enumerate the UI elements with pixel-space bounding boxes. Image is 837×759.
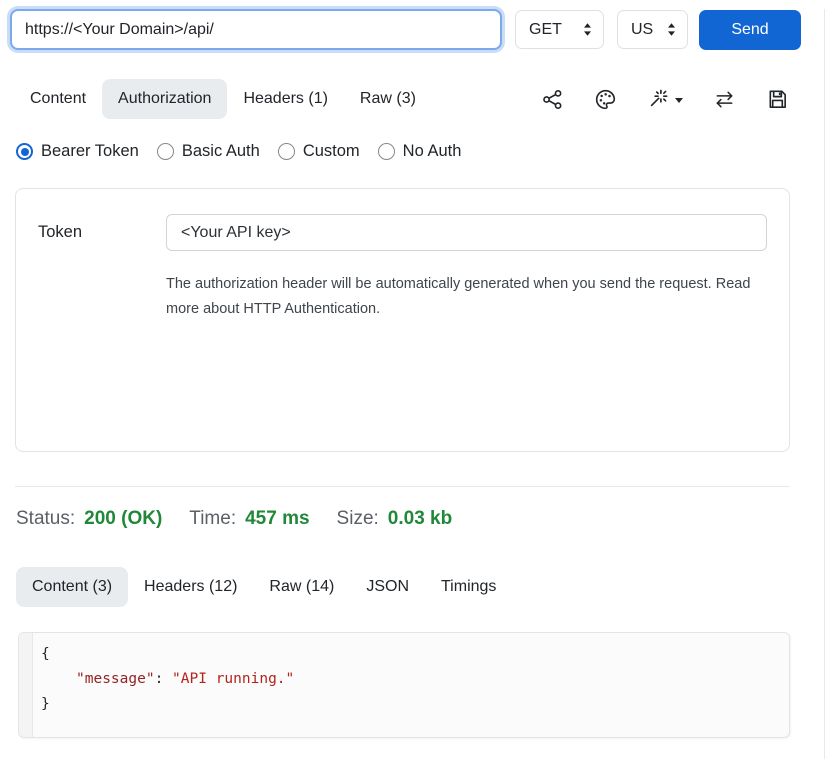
- response-body-viewer[interactable]: { "message": "API running."}: [18, 632, 790, 738]
- token-label: Token: [38, 223, 166, 242]
- status-value: 200 (OK): [84, 508, 162, 530]
- size-value: 0.03 kb: [388, 508, 452, 530]
- resp-tab-content[interactable]: Content (3): [16, 567, 128, 607]
- section-divider: [15, 486, 790, 487]
- request-tabs: Content Authorization Headers (1) Raw (3…: [14, 79, 432, 119]
- region-select[interactable]: US: [617, 10, 688, 49]
- resp-tab-timings[interactable]: Timings: [425, 567, 512, 607]
- response-json-code: { "message": "API running."}: [33, 633, 294, 737]
- token-input[interactable]: [166, 214, 767, 251]
- tab-authorization[interactable]: Authorization: [102, 79, 227, 119]
- region-select-value: US: [631, 21, 653, 39]
- json-brace: {: [41, 646, 50, 662]
- code-gutter: [19, 633, 33, 737]
- toolbar-icons: [541, 88, 837, 111]
- radio-label: No Auth: [403, 142, 462, 161]
- resp-tab-raw[interactable]: Raw (14): [253, 567, 350, 607]
- json-separator: :: [155, 671, 172, 687]
- dropdown-caret-icon: [675, 98, 683, 103]
- size-label: Size:: [337, 508, 379, 530]
- radio-unselected-icon: [157, 143, 174, 160]
- radio-label: Basic Auth: [182, 142, 260, 161]
- token-panel: Token The authorization header will be a…: [15, 188, 790, 452]
- radio-no-auth[interactable]: No Auth: [378, 142, 462, 161]
- radio-bearer-token[interactable]: Bearer Token: [16, 142, 139, 161]
- radio-unselected-icon: [278, 143, 295, 160]
- page-edge-divider: [824, 9, 825, 759]
- resp-tab-json[interactable]: JSON: [350, 567, 425, 607]
- radio-label: Custom: [303, 142, 360, 161]
- token-row: Token: [38, 214, 767, 251]
- method-select-value: GET: [529, 21, 562, 39]
- save-icon[interactable]: [766, 88, 789, 111]
- token-help-text: The authorization header will be automat…: [166, 272, 767, 322]
- tab-headers[interactable]: Headers (1): [227, 79, 343, 119]
- select-updown-icon: [666, 22, 677, 37]
- radio-selected-icon: [16, 143, 33, 160]
- radio-basic-auth[interactable]: Basic Auth: [157, 142, 260, 161]
- tab-content[interactable]: Content: [14, 79, 102, 119]
- radio-custom[interactable]: Custom: [278, 142, 360, 161]
- request-tab-row: Content Authorization Headers (1) Raw (3…: [14, 79, 837, 119]
- code-line: }: [41, 692, 294, 717]
- select-updown-icon: [582, 22, 593, 37]
- code-line: "message": "API running.": [41, 667, 294, 692]
- method-select[interactable]: GET: [515, 10, 604, 49]
- radio-unselected-icon: [378, 143, 395, 160]
- tab-raw[interactable]: Raw (3): [344, 79, 432, 119]
- palette-icon[interactable]: [594, 88, 617, 111]
- time-value: 457 ms: [245, 508, 309, 530]
- status-label: Status:: [16, 508, 75, 530]
- response-tabs: Content (3) Headers (12) Raw (14) JSON T…: [16, 567, 837, 607]
- send-button[interactable]: Send: [699, 10, 801, 50]
- json-key: "message": [76, 671, 155, 687]
- code-line: {: [41, 642, 294, 667]
- url-input[interactable]: [10, 9, 502, 50]
- swap-arrows-icon[interactable]: [713, 88, 736, 111]
- resp-tab-headers[interactable]: Headers (12): [128, 567, 253, 607]
- json-string-value: "API running.": [172, 671, 294, 687]
- response-summary: Status: 200 (OK) Time: 457 ms Size: 0.03…: [16, 508, 837, 530]
- share-icon[interactable]: [541, 88, 564, 111]
- request-bar: GET US Send: [10, 9, 837, 50]
- radio-label: Bearer Token: [41, 142, 139, 161]
- time-label: Time:: [189, 508, 236, 530]
- auth-type-options: Bearer Token Basic Auth Custom No Auth: [16, 142, 837, 161]
- json-brace: }: [41, 696, 50, 712]
- magic-wand-icon[interactable]: [647, 88, 683, 111]
